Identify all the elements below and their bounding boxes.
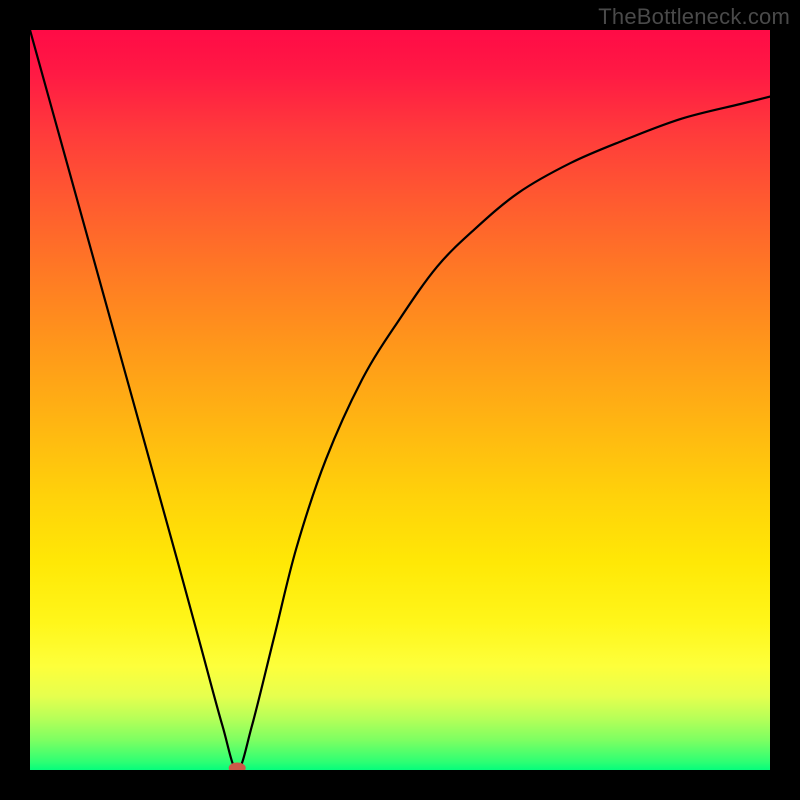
optimal-point-marker: [229, 763, 245, 770]
bottleneck-curve: [30, 30, 770, 770]
curve-layer: [30, 30, 770, 770]
plot-area: [30, 30, 770, 770]
chart-frame: TheBottleneck.com: [0, 0, 800, 800]
watermark-text: TheBottleneck.com: [598, 4, 790, 30]
